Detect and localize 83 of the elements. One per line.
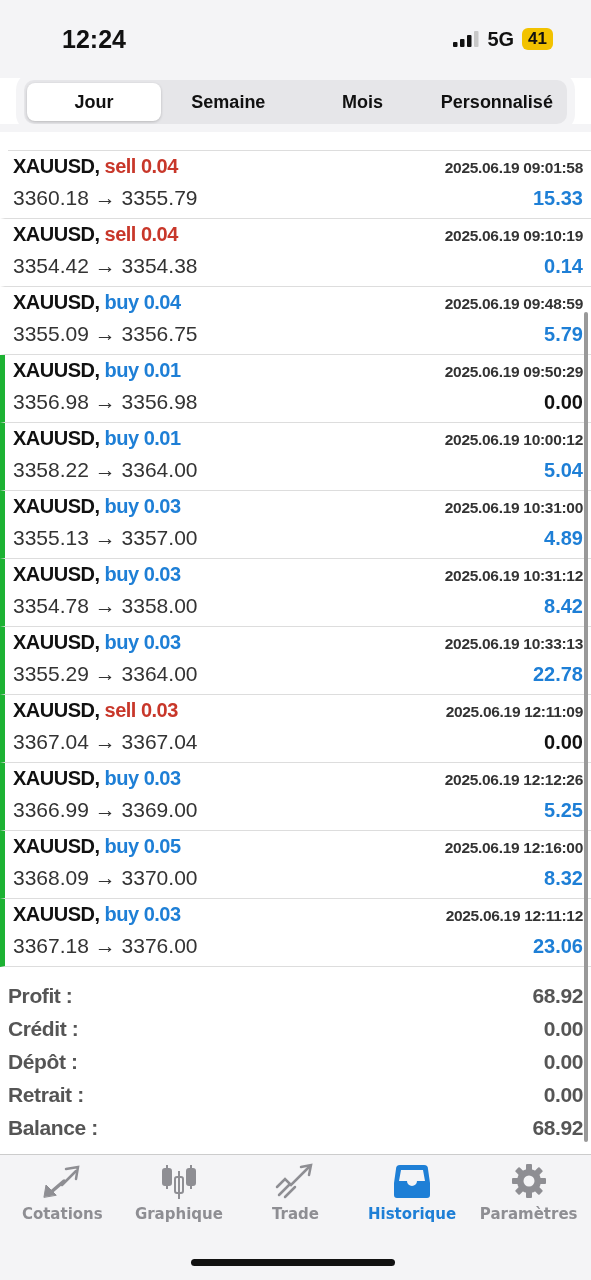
trade-time: 2025.06.19 12:11:09	[445, 703, 583, 721]
order-label: buy 0.03	[104, 631, 181, 654]
trade-profit: 15.33	[532, 187, 583, 210]
period-tab[interactable]: Mois	[295, 83, 430, 121]
trade-profit: 8.32	[544, 867, 583, 890]
symbol-label: XAUUSD,	[13, 835, 100, 858]
trade-time: 2025.06.19 09:50:29	[444, 363, 583, 381]
status-time: 12:24	[62, 24, 126, 54]
price-range: 3354.42 → 3354.38	[13, 254, 198, 278]
trade-time: 2025.06.19 09:10:19	[444, 227, 583, 245]
summary-label: Balance :	[8, 1115, 98, 1140]
price-range: 3366.99 → 3369.00	[13, 798, 198, 822]
trade-profit: 5.04	[544, 459, 583, 482]
diagonal-arrows-icon	[42, 1163, 83, 1199]
summary-value: 68.92	[532, 983, 583, 1008]
trade-time: 2025.06.19 09:48:59	[444, 295, 583, 313]
order-label: buy 0.04	[104, 291, 181, 314]
tab-bar-item[interactable]: Historique	[353, 1163, 471, 1223]
symbol-label: XAUUSD,	[13, 155, 100, 178]
battery-indicator: 41	[522, 28, 553, 50]
symbol-label: XAUUSD,	[13, 699, 100, 722]
trade-time: 2025.06.19 10:31:12	[444, 567, 583, 585]
summary-value: 0.00	[543, 1049, 583, 1074]
summary-label: Dépôt :	[8, 1049, 78, 1074]
summary-label: Retrait :	[8, 1082, 84, 1107]
order-label: buy 0.05	[104, 835, 181, 858]
trade-profit: 8.42	[544, 595, 583, 618]
trade-time: 2025.06.19 10:00:12	[444, 431, 583, 449]
summary-value: 0.00	[543, 1016, 583, 1041]
symbol-label: XAUUSD,	[13, 903, 100, 926]
trend-arrow-icon	[275, 1163, 316, 1199]
trade-profit: 5.25	[544, 799, 583, 822]
trade-profit: 0.00	[544, 391, 583, 414]
trade-profit: 0.00	[544, 731, 583, 754]
summary-label: Crédit :	[8, 1016, 79, 1041]
trade-profit: 22.78	[532, 663, 583, 686]
trade-row[interactable]: XAUUSD, sell 0.04 2025.06.19 09:01:58 3360.18 → 3355.79 15.33	[0, 151, 591, 219]
network-label: 5G	[487, 27, 515, 51]
order-label: buy 0.03	[104, 495, 181, 518]
symbol-label: XAUUSD,	[13, 767, 100, 790]
order-label: buy 0.03	[104, 767, 181, 790]
symbol-label: XAUUSD,	[13, 359, 100, 382]
summary-value: 0.00	[543, 1082, 583, 1107]
symbol-label: XAUUSD,	[13, 427, 100, 450]
order-label: sell 0.03	[104, 699, 178, 722]
price-range: 3368.09 → 3370.00	[13, 866, 198, 890]
period-tab[interactable]: Jour	[27, 83, 162, 121]
trade-time: 2025.06.19 12:11:12	[445, 907, 583, 925]
trade-time: 2025.06.19 10:33:13	[444, 635, 583, 653]
symbol-label: XAUUSD,	[13, 563, 100, 586]
symbol-label: XAUUSD,	[13, 495, 100, 518]
summary-value: 68.92	[532, 1115, 583, 1140]
price-range: 3355.13 → 3357.00	[13, 526, 198, 550]
price-range: 3360.18 → 3355.79	[13, 186, 198, 210]
price-range: 3356.98 → 3356.98	[13, 390, 198, 414]
summary-label: Profit :	[8, 983, 73, 1008]
order-label: buy 0.03	[104, 563, 181, 586]
order-label: buy 0.01	[104, 359, 181, 382]
price-range: 3355.09 → 3356.75	[13, 322, 198, 346]
price-range: 3367.18 → 3376.00	[13, 934, 198, 958]
trade-time: 2025.06.19 10:31:00	[444, 499, 583, 517]
price-range: 3367.04 → 3367.04	[13, 730, 198, 754]
symbol-label: XAUUSD,	[13, 631, 100, 654]
symbol-label: XAUUSD,	[13, 291, 100, 314]
period-tab[interactable]: Semaine	[161, 83, 296, 121]
trade-profit: 5.79	[544, 323, 583, 346]
price-range: 3354.78 → 3358.00	[13, 594, 198, 618]
order-label: buy 0.01	[104, 427, 181, 450]
order-label: sell 0.04	[104, 223, 178, 246]
inbox-icon	[392, 1163, 433, 1199]
trade-time: 2025.06.19 09:01:58	[444, 159, 583, 177]
trade-profit: 4.89	[544, 527, 583, 550]
symbol-label: XAUUSD,	[13, 223, 100, 246]
trade-profit: 0.14	[544, 255, 583, 278]
period-tab[interactable]: Personnalisé	[429, 83, 564, 121]
order-label: sell 0.04	[104, 155, 178, 178]
price-range: 3358.22 → 3364.00	[13, 458, 198, 482]
trade-profit: 23.06	[532, 935, 583, 958]
trade-time: 2025.06.19 12:12:26	[444, 771, 583, 789]
trade-time: 2025.06.19 12:16:00	[444, 839, 583, 857]
order-label: buy 0.03	[104, 903, 181, 926]
signal-icon	[453, 31, 480, 47]
price-range: 3355.29 → 3364.00	[13, 662, 198, 686]
